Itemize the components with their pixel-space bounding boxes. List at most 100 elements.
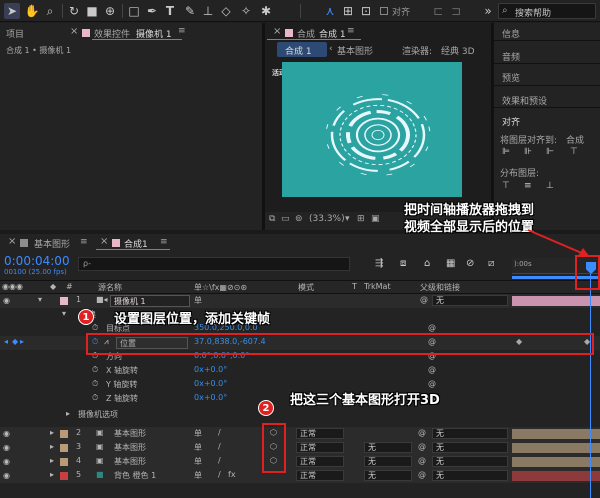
collapse-switch-icon[interactable]: / (218, 428, 221, 437)
motion-blur-icon[interactable]: ⊘ (466, 258, 474, 269)
layer-name[interactable]: 基本图形 (114, 456, 146, 467)
layer-duration-bar[interactable] (512, 443, 600, 453)
align-left-icon[interactable]: ⊫ (502, 147, 510, 157)
eye-icon[interactable]: ◉ (3, 443, 13, 452)
panel-menu-icon[interactable]: ≡ (160, 237, 168, 247)
panel-menu-icon[interactable]: ≡ (347, 26, 355, 36)
roto-brush-tool-icon[interactable]: ✧ (238, 3, 254, 19)
pickwhip-icon[interactable]: @ (418, 470, 426, 479)
label-swatch[interactable] (60, 430, 68, 438)
layer-name[interactable]: 基本图形 (114, 442, 146, 453)
puppet-pin-tool-icon[interactable]: ✱ (258, 3, 274, 19)
panel-menu-icon[interactable]: ≡ (80, 237, 88, 247)
layer-switch[interactable]: 单 (194, 442, 202, 453)
eraser-tool-icon[interactable]: ◇ (218, 3, 234, 19)
pickwhip-icon[interactable]: @ (418, 456, 426, 465)
world-axis-icon[interactable]: ⊞ (340, 3, 356, 19)
layer-row[interactable]: ◉ ▸ 5 ■ 背色 橙色 1 单 / fx 正常 无 @ 无 (0, 469, 600, 483)
trkmat-dropdown[interactable]: 无 (364, 456, 412, 467)
camera-options-row[interactable]: ▸ 摄像机选项 (0, 408, 600, 422)
eye-icon[interactable]: ◉ (3, 457, 13, 466)
distribute-center-icon[interactable]: ≡ (524, 181, 532, 191)
label-swatch[interactable] (60, 458, 68, 466)
property-value[interactable]: 0x+0.0° (194, 365, 227, 374)
collapse-switch-icon[interactable]: / (218, 442, 221, 451)
pickwhip-icon[interactable]: @ (428, 323, 436, 332)
snap-option-icon[interactable]: ⊐ (448, 3, 464, 19)
view-axis-icon[interactable]: ⊡ (358, 3, 374, 19)
rectangle-tool-icon[interactable]: □ (126, 3, 142, 19)
composition-viewer[interactable] (282, 62, 462, 197)
panel-item-effects-presets[interactable]: 效果和预设 (502, 94, 547, 107)
grid-icon[interactable]: ⊞ (357, 214, 365, 224)
selection-tool-icon[interactable]: ➤ (4, 3, 20, 19)
current-timecode[interactable]: 0:00:04:00 (4, 254, 70, 268)
tab-shape-timeline[interactable]: 基本图形 (34, 237, 70, 250)
keyframe-add-icon[interactable]: ◆ (12, 337, 18, 346)
subtab-shape[interactable]: 基本图形 (337, 44, 373, 57)
subtab-comp-active[interactable]: 合成 1 (277, 42, 327, 57)
layer-switch[interactable]: 单 (194, 428, 202, 439)
local-axis-icon[interactable]: ⋏ (322, 3, 338, 19)
close-icon[interactable]: × (8, 236, 16, 247)
panel-item-info[interactable]: 信息 (502, 27, 520, 40)
layer-switch[interactable]: 单 (194, 295, 202, 306)
keyframe-prev-icon[interactable]: ◂ (4, 337, 8, 346)
parent-dropdown[interactable]: 无 (432, 442, 508, 453)
zoom-level[interactable]: (33.3%) (309, 214, 345, 224)
pickwhip-icon[interactable]: @ (420, 295, 428, 304)
pickwhip-icon[interactable]: @ (418, 428, 426, 437)
align-to-value[interactable]: 合成 (566, 133, 584, 146)
align-top-icon[interactable]: ⊤ (570, 147, 578, 157)
expand-arrow-icon[interactable]: ▸ (50, 442, 54, 451)
region-icon[interactable]: ▣ (371, 214, 380, 224)
mode-dropdown[interactable]: 正常 (296, 456, 344, 467)
distribute-bottom-icon[interactable]: ⊥ (546, 181, 554, 191)
pickwhip-icon[interactable]: @ (428, 379, 436, 388)
mode-dropdown[interactable]: 正常 (296, 470, 344, 481)
expand-arrow-icon[interactable]: ▸ (66, 409, 70, 418)
layer-duration-bar[interactable] (512, 471, 600, 481)
label-swatch[interactable] (60, 297, 68, 305)
rotate-tool-icon[interactable]: ↻ (66, 3, 82, 19)
eye-icon[interactable]: ◉ (3, 296, 13, 305)
tab-project[interactable]: 项目 (6, 27, 24, 40)
stopwatch-icon[interactable]: ⏱ (92, 365, 98, 375)
expand-arrow-icon[interactable]: ▸ (50, 428, 54, 437)
zoom-tool-icon[interactable]: ⌕ (42, 3, 58, 19)
expand-arrow-icon[interactable]: ▾ (38, 295, 42, 304)
layer-switch[interactable]: 单 (194, 470, 202, 481)
panel-item-audio[interactable]: 音频 (502, 50, 520, 63)
layer-row-camera[interactable]: ◉ ▾ 1 ■◂ 摄像机 1 单 @ 无 (0, 294, 600, 308)
clone-stamp-tool-icon[interactable]: ⊥ (200, 3, 216, 19)
label-swatch[interactable] (60, 444, 68, 452)
parent-dropdown[interactable]: 无 (432, 295, 508, 306)
dropdown-arrow-icon[interactable]: ▾ (345, 214, 350, 224)
panel-menu-icon[interactable]: ≡ (178, 26, 186, 36)
close-icon[interactable]: × (100, 236, 108, 247)
panel-item-preview[interactable]: 预览 (502, 71, 520, 84)
frame-blending-icon[interactable]: ▦ (446, 258, 455, 269)
parent-dropdown[interactable]: 无 (432, 456, 508, 467)
layer-row[interactable]: ◉ ▸ 3 ▣ 基本图形 单 / ⬡ 正常 无 @ 无 (0, 441, 600, 455)
preview-icon[interactable]: ▭ (281, 214, 290, 224)
trkmat-dropdown[interactable]: 无 (364, 470, 412, 481)
hand-tool-icon[interactable]: ✋ (24, 3, 40, 19)
fx-icon[interactable]: fx (228, 470, 236, 479)
distribute-top-icon[interactable]: ⊤ (502, 181, 510, 191)
expand-arrow-icon[interactable]: ▸ (50, 456, 54, 465)
align-right-icon[interactable]: ⊩ (546, 147, 554, 157)
shy-layers-icon[interactable]: ⌂ (424, 258, 430, 269)
comp-flowchart-icon[interactable]: ⇶ (375, 258, 383, 269)
layer-row[interactable]: ◉ ▸ 2 ▣ 基本图形 单 / ⬡ 正常 @ 无 (0, 427, 600, 441)
layer-duration-bar[interactable] (512, 429, 600, 439)
mode-dropdown[interactable]: 正常 (296, 428, 344, 439)
eye-icon[interactable]: ◉ (3, 471, 13, 480)
property-row[interactable]: ⏱ X 轴旋转 0x+0.0° @ (0, 364, 600, 378)
column-source-name[interactable]: 源名称 (98, 282, 122, 293)
collapse-switch-icon[interactable]: / (218, 470, 221, 479)
property-value[interactable]: 0x+0.0° (194, 379, 227, 388)
draft-3d-icon[interactable]: ⧈ (400, 258, 406, 269)
expand-arrow-icon[interactable]: ▸ (50, 470, 54, 479)
panel-item-align[interactable]: 对齐 (502, 115, 520, 128)
